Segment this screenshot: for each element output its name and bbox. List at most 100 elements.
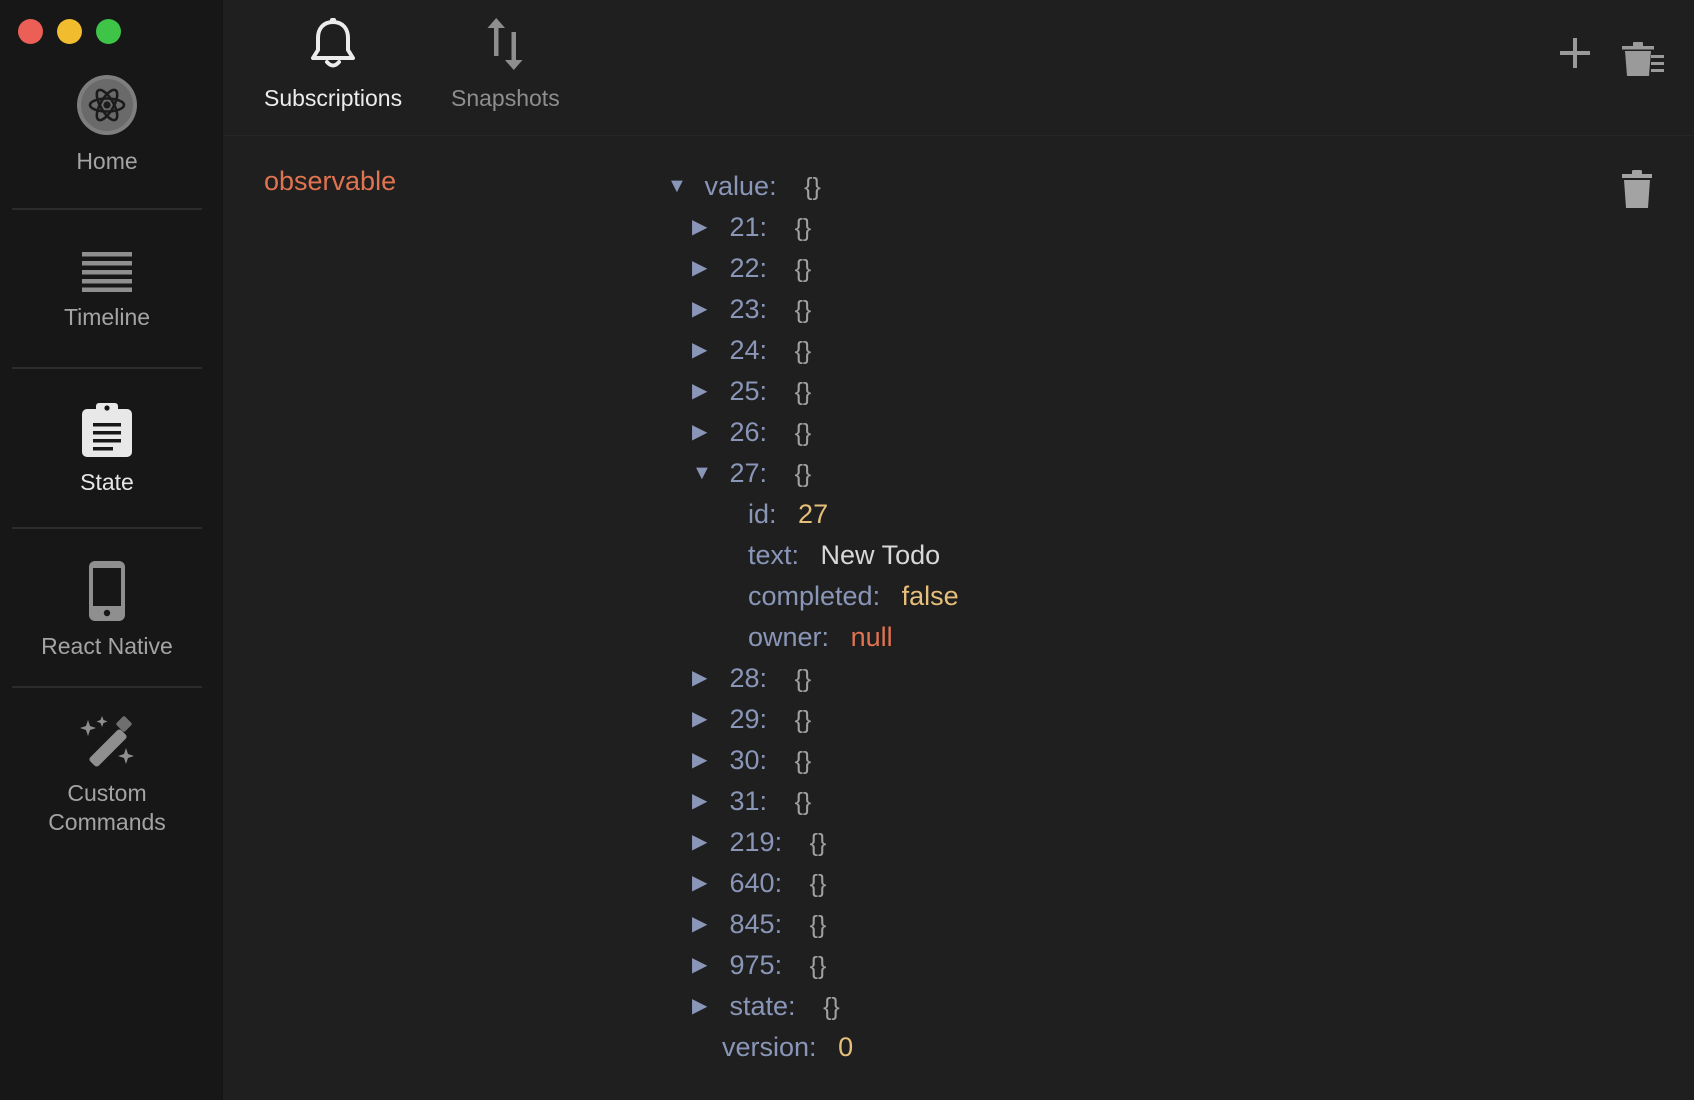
expand-triangle-icon[interactable]: ▶ bbox=[692, 412, 716, 453]
plus-icon[interactable] bbox=[1560, 38, 1590, 73]
clipboard-icon bbox=[82, 403, 132, 462]
expand-triangle-icon[interactable]: ▶ bbox=[692, 207, 716, 248]
sidebar-item-state[interactable]: State bbox=[12, 403, 202, 497]
tree-row[interactable]: ▶ 975: {} bbox=[667, 945, 959, 986]
tree-brace: {} bbox=[794, 419, 812, 447]
tree-row-expanded[interactable]: ▼ 27: {} bbox=[667, 453, 959, 494]
tree-field-completed: completed: false bbox=[667, 576, 959, 617]
expand-triangle-icon[interactable]: ▶ bbox=[692, 330, 716, 371]
sidebar-divider bbox=[12, 527, 202, 529]
state-tree: ▼ value: {} ▶ 21: {} ▶ 22: {} ▶ 23: {} ▶ bbox=[667, 166, 959, 1068]
tree-field-id: id: 27 bbox=[667, 494, 959, 535]
tree-key: 29: bbox=[729, 704, 768, 734]
sidebar-item-custom-commands[interactable]: Custom Commands bbox=[12, 716, 202, 837]
tab-snapshots[interactable]: Snapshots bbox=[451, 18, 560, 112]
tree-row[interactable]: ▶ 24: {} bbox=[667, 330, 959, 371]
tree-row[interactable]: ▶ 219: {} bbox=[667, 822, 959, 863]
expand-triangle-icon[interactable]: ▶ bbox=[692, 945, 716, 986]
minimize-window-button[interactable] bbox=[57, 19, 82, 44]
tab-label: Subscriptions bbox=[264, 85, 403, 111]
expand-triangle-icon[interactable]: ▶ bbox=[692, 863, 716, 904]
tree-key: 24: bbox=[729, 335, 768, 365]
tree-key: state: bbox=[729, 991, 796, 1021]
tree-key: owner: bbox=[748, 622, 830, 652]
expand-triangle-icon[interactable]: ▶ bbox=[692, 699, 716, 740]
tree-row[interactable]: ▶ 845: {} bbox=[667, 904, 959, 945]
tree-value-number: 27 bbox=[798, 499, 829, 529]
tree-key: 23: bbox=[729, 294, 768, 324]
sidebar-item-label: Custom Commands bbox=[48, 780, 166, 835]
collapse-triangle-icon[interactable]: ▼ bbox=[667, 166, 691, 207]
tree-brace: {} bbox=[804, 173, 821, 201]
timeline-lines-icon bbox=[82, 252, 132, 297]
tree-key: 30: bbox=[729, 745, 768, 775]
expand-triangle-icon[interactable]: ▶ bbox=[692, 781, 716, 822]
tree-brace: {} bbox=[823, 993, 840, 1021]
reactotron-window: Home Timeline State React Native Custom … bbox=[0, 0, 1694, 1100]
expand-triangle-icon[interactable]: ▶ bbox=[692, 658, 716, 699]
expand-triangle-icon[interactable]: ▶ bbox=[692, 740, 716, 781]
expand-triangle-icon[interactable]: ▶ bbox=[692, 371, 716, 412]
tree-row[interactable]: ▶ 31: {} bbox=[667, 781, 959, 822]
trash-list-icon[interactable] bbox=[1622, 42, 1664, 81]
up-down-arrows-icon bbox=[485, 18, 525, 75]
tree-key: completed: bbox=[748, 581, 881, 611]
tree-brace: {} bbox=[794, 378, 812, 406]
expand-triangle-icon[interactable]: ▶ bbox=[692, 986, 716, 1027]
sidebar-item-label: React Native bbox=[41, 633, 173, 659]
collapse-triangle-icon[interactable]: ▼ bbox=[692, 453, 716, 494]
tree-brace: {} bbox=[794, 296, 812, 324]
close-window-button[interactable] bbox=[18, 19, 43, 44]
sidebar-divider bbox=[12, 367, 202, 369]
expand-triangle-icon[interactable]: ▶ bbox=[692, 248, 716, 289]
tree-key: 25: bbox=[729, 376, 768, 406]
tree-row[interactable]: ▶ state: {} bbox=[667, 986, 959, 1027]
zoom-window-button[interactable] bbox=[96, 19, 121, 44]
sidebar-item-home[interactable]: Home bbox=[12, 74, 202, 176]
tree-row[interactable]: ▶ 26: {} bbox=[667, 412, 959, 453]
tree-row[interactable]: ▶ 30: {} bbox=[667, 740, 959, 781]
trash-icon[interactable] bbox=[1622, 170, 1652, 213]
magic-wand-icon bbox=[80, 716, 134, 773]
tree-key: id: bbox=[748, 499, 777, 529]
tree-key: 28: bbox=[729, 663, 768, 693]
sidebar-item-react-native[interactable]: React Native bbox=[12, 561, 202, 661]
sidebar: Home Timeline State React Native Custom … bbox=[0, 0, 223, 1100]
tree-key: text: bbox=[748, 540, 800, 570]
tree-field-version: version: 0 bbox=[667, 1027, 959, 1068]
expand-triangle-icon[interactable]: ▶ bbox=[692, 289, 716, 330]
tree-row[interactable]: ▶ 29: {} bbox=[667, 699, 959, 740]
sidebar-item-label: Timeline bbox=[63, 304, 151, 330]
subscriptions-panel: observable ▼ value: {} ▶ 21: {} ▶ 22: {}… bbox=[223, 136, 1694, 1100]
tree-brace: {} bbox=[794, 665, 812, 693]
sidebar-item-timeline[interactable]: Timeline bbox=[12, 252, 202, 332]
tree-key: 845: bbox=[729, 909, 783, 939]
tree-key: 26: bbox=[729, 417, 768, 447]
tree-row[interactable]: ▶ 640: {} bbox=[667, 863, 959, 904]
tree-brace: {} bbox=[794, 747, 812, 775]
tab-label: Snapshots bbox=[451, 85, 560, 111]
tree-row[interactable]: ▶ 28: {} bbox=[667, 658, 959, 699]
tree-row[interactable]: ▶ 25: {} bbox=[667, 371, 959, 412]
react-atom-icon bbox=[76, 74, 138, 141]
tree-brace: {} bbox=[794, 788, 812, 816]
tree-field-text: text: New Todo bbox=[667, 535, 959, 576]
tree-brace: {} bbox=[809, 829, 827, 857]
tree-value-null: null bbox=[850, 622, 893, 652]
tab-subscriptions[interactable]: Subscriptions bbox=[264, 18, 402, 112]
tree-row-value[interactable]: ▼ value: {} bbox=[667, 166, 959, 207]
tree-row[interactable]: ▶ 23: {} bbox=[667, 289, 959, 330]
tree-key: 219: bbox=[729, 827, 783, 857]
tree-brace: {} bbox=[794, 460, 812, 488]
tree-key: 22: bbox=[729, 253, 768, 283]
expand-triangle-icon[interactable]: ▶ bbox=[692, 822, 716, 863]
tree-key: 975: bbox=[729, 950, 783, 980]
tree-row[interactable]: ▶ 21: {} bbox=[667, 207, 959, 248]
tree-key: version: bbox=[722, 1032, 817, 1062]
tree-field-owner: owner: null bbox=[667, 617, 959, 658]
expand-triangle-icon[interactable]: ▶ bbox=[692, 904, 716, 945]
tree-brace: {} bbox=[794, 706, 812, 734]
sidebar-item-label: Home bbox=[76, 148, 138, 174]
tree-row[interactable]: ▶ 22: {} bbox=[667, 248, 959, 289]
tree-value-boolean: false bbox=[901, 581, 959, 611]
